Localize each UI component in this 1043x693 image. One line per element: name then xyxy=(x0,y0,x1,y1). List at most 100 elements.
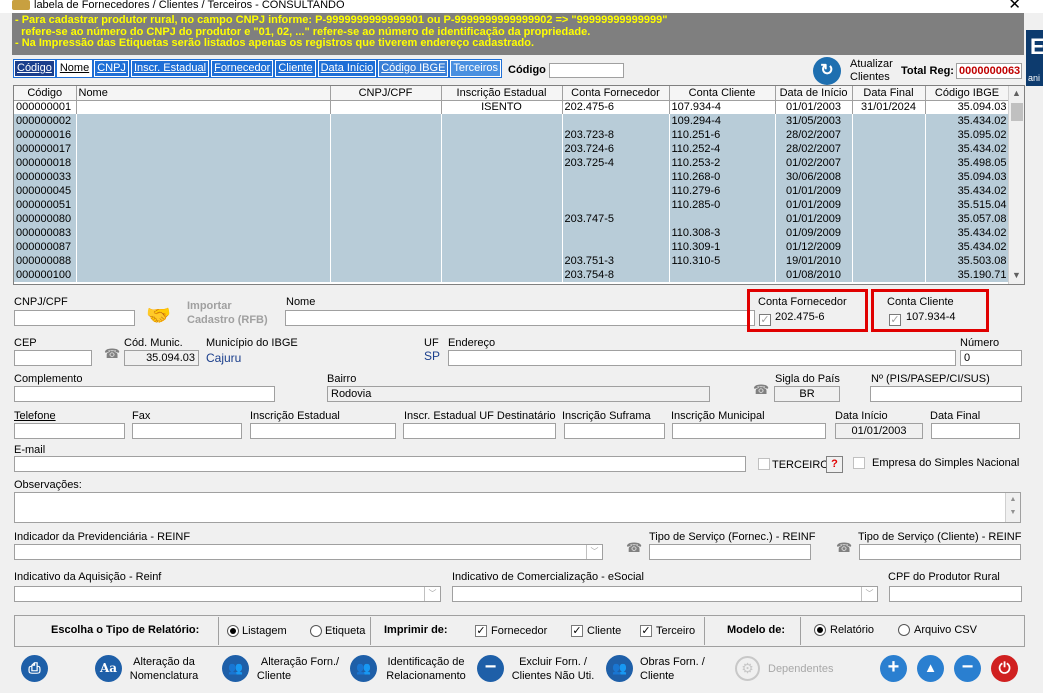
insc-mun-field[interactable] xyxy=(672,423,826,439)
csv-label[interactable]: Arquivo CSV xyxy=(914,624,977,636)
users-icon[interactable]: 👥 xyxy=(222,655,249,682)
data-final-field[interactable] xyxy=(931,423,1020,439)
identificacao-button[interactable]: Identificação de Relacionamento xyxy=(384,655,468,683)
tab-codigo[interactable]: Código xyxy=(13,59,56,78)
tab-cliente[interactable]: Cliente xyxy=(274,59,317,78)
endereco-field[interactable] xyxy=(448,350,956,366)
telefone-field[interactable] xyxy=(14,423,125,439)
alteracao-nomenclatura-button[interactable]: Alteração da Nomenclatura xyxy=(128,655,200,683)
etiqueta-label[interactable]: Etiqueta xyxy=(325,625,365,637)
scroll-down-icon[interactable]: ▼ xyxy=(1012,270,1021,280)
phone-lookup-icon[interactable]: ☎ xyxy=(104,346,120,362)
refresh-icon[interactable]: ↻ xyxy=(813,57,841,85)
close-icon[interactable]: ✕ xyxy=(1008,0,1021,12)
obras-button[interactable]: Obras Forn. / Cliente xyxy=(640,655,710,683)
cliente-checkbox[interactable]: ✓ xyxy=(571,625,583,637)
numero-field[interactable]: 0 xyxy=(960,350,1022,366)
col-data-final[interactable]: Data Final xyxy=(852,86,926,101)
country-lookup-icon[interactable]: ☎ xyxy=(753,382,769,398)
tab-codigo-ibge[interactable]: Código IBGE xyxy=(377,59,450,78)
listagem-radio[interactable] xyxy=(227,625,239,637)
listagem-label[interactable]: Listagem xyxy=(242,625,287,637)
nomenclature-icon[interactable]: Aa xyxy=(95,655,122,682)
table-row[interactable]: 000000080 203.747-5 01/01/2009 35.057.08 xyxy=(14,212,1010,226)
dependentes-button[interactable]: Dependentes xyxy=(768,662,833,676)
insc-suframa-field[interactable] xyxy=(564,423,665,439)
tab-nome[interactable]: Nome xyxy=(55,59,94,78)
table-row[interactable]: 000000045 110.279-6 01/01/2009 35.434.02 xyxy=(14,184,1010,198)
up-icon[interactable]: ▲ xyxy=(917,655,944,682)
simples-checkbox[interactable] xyxy=(853,457,865,469)
fornecedor-checkbox[interactable]: ✓ xyxy=(475,625,487,637)
table-row[interactable]: 000000017 203.724-6 110.252-4 28/02/2007 35.… xyxy=(14,142,1010,156)
etiqueta-radio[interactable] xyxy=(310,625,322,637)
email-field[interactable] xyxy=(14,456,746,472)
import-label-2[interactable]: Cadastro (RFB) xyxy=(187,314,268,326)
tipo-forn-field[interactable] xyxy=(649,544,811,560)
terceiro-check-label[interactable]: Terceiro xyxy=(656,625,695,637)
col-conta-cliente[interactable]: Conta Cliente xyxy=(669,86,776,101)
aquisicao-chevron-down-icon[interactable]: ﹀ xyxy=(424,587,440,601)
table-row[interactable]: 000000016 203.723-8 110.251-6 28/02/2007 35.… xyxy=(14,128,1010,142)
handshake-icon[interactable]: 🤝 xyxy=(146,303,171,328)
fornecedor-check-label[interactable]: Fornecedor xyxy=(491,625,547,637)
table-row[interactable]: 000000088 203.751-3 110.310-5 19/01/2010 35.… xyxy=(14,254,1010,268)
conta-cliente-checkbox[interactable]: ✓ xyxy=(889,314,901,326)
cep-field[interactable] xyxy=(14,350,92,366)
power-icon[interactable]: ⏻ xyxy=(991,655,1018,682)
relatorio-radio[interactable] xyxy=(814,624,826,636)
terceiro-checkbox[interactable] xyxy=(758,458,770,470)
terceiro-report-checkbox[interactable]: ✓ xyxy=(640,625,652,637)
grid-scrollbar[interactable]: ▲ ▼ xyxy=(1008,86,1024,284)
obs-field[interactable] xyxy=(14,492,1021,523)
relationship-icon[interactable]: 👥 xyxy=(350,655,377,682)
search-input[interactable] xyxy=(549,63,624,78)
csv-radio[interactable] xyxy=(898,624,910,636)
import-label-1[interactable]: Importar xyxy=(187,300,232,312)
bairro-field[interactable]: Rodovia xyxy=(327,386,710,402)
tab-data-inicio[interactable]: Data Início xyxy=(316,59,378,78)
insc-est-field[interactable] xyxy=(250,423,396,439)
tab-cnpj[interactable]: CNPJ xyxy=(93,59,130,78)
comercializacao-chevron-down-icon[interactable]: ﹀ xyxy=(861,587,877,601)
complemento-field[interactable] xyxy=(14,386,275,402)
add-icon[interactable]: + xyxy=(880,655,907,682)
reinf-select[interactable] xyxy=(14,544,603,560)
cliente-check-label[interactable]: Cliente xyxy=(587,625,621,637)
tipo-forn-lookup-icon[interactable]: ☎ xyxy=(626,540,642,556)
insc-est-uf-field[interactable] xyxy=(403,423,556,439)
scroll-up-icon[interactable]: ▲ xyxy=(1012,88,1021,98)
tipo-cli-field[interactable] xyxy=(859,544,1021,560)
tab-inscr-estadual[interactable]: Inscr. Estadual xyxy=(129,59,211,78)
col-data-inicio[interactable]: Data de Início xyxy=(775,86,853,101)
obs-scrollbar[interactable]: ▲ ▼ xyxy=(1005,493,1020,522)
dependents-icon[interactable]: ⚙ xyxy=(735,656,760,681)
fax-field[interactable] xyxy=(132,423,242,439)
table-row[interactable]: 000000018 203.725-4 110.253-2 01/02/2007 35.… xyxy=(14,156,1010,170)
data-inicio-field[interactable]: 01/01/2003 xyxy=(835,423,923,439)
obras-icon[interactable]: 👥 xyxy=(606,655,633,682)
table-row[interactable]: 000000033 110.268-0 30/06/2008 35.094.03 xyxy=(14,170,1010,184)
aquisicao-select[interactable] xyxy=(14,586,441,602)
cnpj-field[interactable] xyxy=(14,310,135,326)
col-conta-fornecedor[interactable]: Conta Fornecedor xyxy=(562,86,670,101)
minus-icon[interactable]: − xyxy=(477,655,504,682)
col-codigo[interactable]: Código xyxy=(14,86,77,101)
cpf-produtor-field[interactable] xyxy=(889,586,1022,602)
col-cnpj[interactable]: CNPJ/CPF xyxy=(330,86,442,101)
alteracao-forn-button[interactable]: Alteração Forn./ Cliente xyxy=(256,655,344,683)
tab-fornecedor[interactable]: Fornecedor xyxy=(210,59,275,78)
table-row[interactable]: 000000083 110.308-3 01/09/2009 35.434.02 xyxy=(14,226,1010,240)
help-icon[interactable]: ? xyxy=(826,456,843,473)
table-row[interactable]: 000000001 ISENTO 202.475-6 107.934-4 01/01/2… xyxy=(14,100,1010,114)
comercializacao-select[interactable] xyxy=(452,586,878,602)
col-inscricao[interactable]: Inscrição Estadual xyxy=(441,86,563,101)
records-grid[interactable]: Código Nome CNPJ/CPF Inscrição Estadual … xyxy=(13,85,1025,285)
tab-terceiros[interactable]: Terceiros xyxy=(449,59,503,78)
table-row[interactable]: 000000002 109.294-4 31/05/2003 35.434.02 xyxy=(14,114,1010,128)
table-row[interactable]: 000000087 110.309-1 01/12/2009 35.434.02 xyxy=(14,240,1010,254)
table-row[interactable]: 000000100 203.754-8 01/08/2010 35.190.71 xyxy=(14,268,1010,282)
scroll-thumb[interactable] xyxy=(1011,103,1023,121)
col-nome[interactable]: Nome xyxy=(76,86,331,101)
tipo-cli-lookup-icon[interactable]: ☎ xyxy=(836,540,852,556)
